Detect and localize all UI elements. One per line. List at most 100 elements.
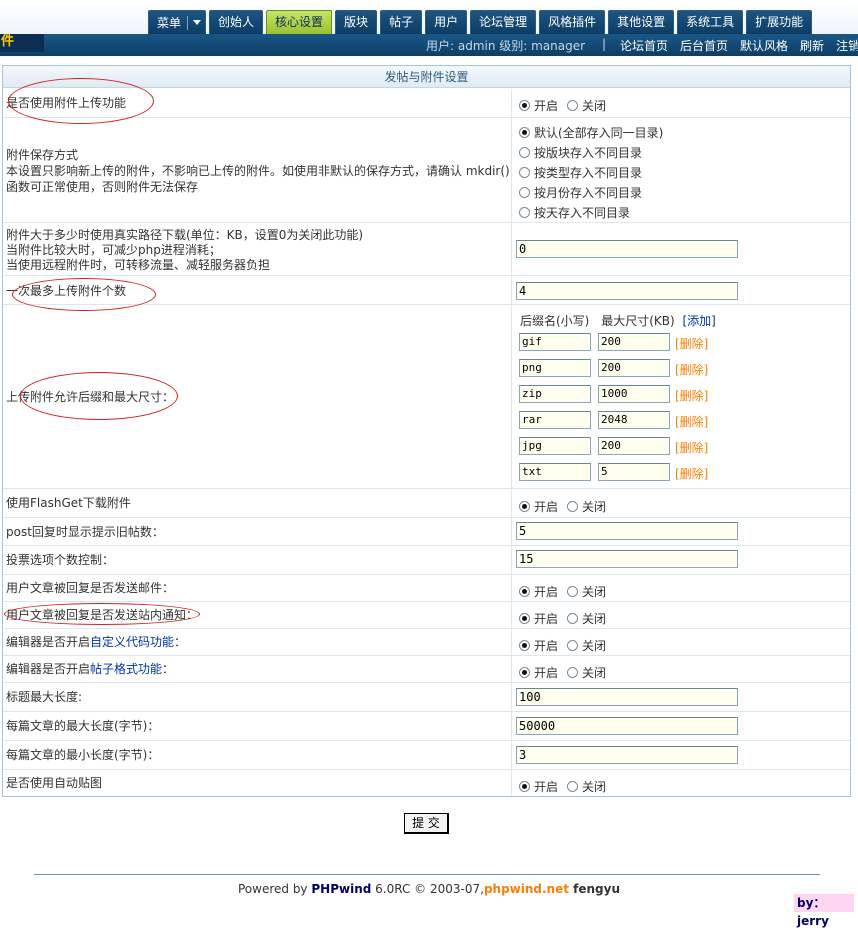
radio-post-format-off[interactable]: 关闭: [567, 664, 606, 681]
link-forum-home[interactable]: 论坛首页: [620, 37, 668, 54]
post-min-input[interactable]: 3: [516, 746, 738, 764]
post-reply-count-input[interactable]: 5: [516, 522, 738, 540]
setting-row-attach-save: 附件保存方式 本设置只影响新上传的附件，不影响已上传的附件。如使用非默认的保存方…: [3, 118, 850, 223]
col-ext-header: 后缀名(小写): [520, 314, 590, 328]
link-refresh[interactable]: 刷新: [800, 37, 824, 54]
setting-row-post-min: 每篇文章的最小长度(字节)： 3: [3, 741, 850, 770]
radio-reply-message-on[interactable]: 开启: [519, 610, 558, 627]
link-admin-home[interactable]: 后台首页: [680, 37, 728, 54]
section-title: 件: [0, 34, 44, 52]
radio-auto-image-off[interactable]: 关闭: [567, 778, 606, 795]
setting-description: 函数可正常使用，否则附件无法保存: [6, 180, 199, 194]
radio-reply-email-off[interactable]: 关闭: [567, 583, 606, 600]
custom-code-link[interactable]: 自定义代码功能: [90, 635, 174, 649]
setting-label: post回复时显示提示旧帖数：: [6, 525, 164, 539]
radio-attach-upload-on[interactable]: 开启: [519, 97, 558, 114]
post-max-input[interactable]: 50000: [516, 717, 738, 735]
tab-users[interactable]: 用户: [425, 10, 468, 34]
ext-size-input[interactable]: 2048: [598, 411, 670, 429]
ext-name-input[interactable]: gif: [519, 333, 591, 351]
setting-label: 使用FlashGet下载附件: [6, 496, 131, 510]
add-ext-link[interactable]: [添加]: [683, 314, 716, 328]
post-format-link[interactable]: 帖子格式功能: [90, 662, 162, 676]
ext-name-input[interactable]: rar: [519, 411, 591, 429]
radio-flashget-on[interactable]: 开启: [519, 498, 558, 515]
setting-row-reply-email: 用户文章被回复是否发送邮件： 开启 关闭: [3, 575, 850, 602]
footer-site-link[interactable]: phpwind.net: [484, 882, 569, 896]
tab-extensions[interactable]: 扩展功能: [746, 10, 813, 34]
radio-auto-image-on[interactable]: 开启: [519, 778, 558, 795]
link-default-style[interactable]: 默认风格: [740, 37, 788, 54]
ext-size-input[interactable]: 5: [598, 463, 670, 481]
setting-row-flashget: 使用FlashGet下载附件 开启 关闭: [3, 489, 850, 518]
realpath-size-input[interactable]: 0: [516, 240, 738, 258]
tab-core-settings[interactable]: 核心设置: [266, 10, 333, 34]
radio-custom-code-on[interactable]: 开启: [519, 637, 558, 654]
tab-forum-management[interactable]: 论坛管理: [470, 10, 537, 34]
radio-flashget-off[interactable]: 关闭: [567, 498, 606, 515]
radio-group-editor-custom-code: 开启 关闭: [519, 637, 615, 654]
radio-reply-message-off[interactable]: 关闭: [567, 610, 606, 627]
radio-attach-upload-off[interactable]: 关闭: [567, 97, 606, 114]
col-size-header: 最大尺寸(KB): [601, 314, 675, 328]
tab-other-settings[interactable]: 其他设置: [608, 10, 675, 34]
ext-size-input[interactable]: 1000: [598, 385, 670, 403]
radio-reply-email-on[interactable]: 开启: [519, 583, 558, 600]
radio-save-by-day[interactable]: 按天存入不同目录: [519, 204, 630, 221]
ext-name-input[interactable]: txt: [519, 463, 591, 481]
delete-ext-link[interactable]: [删除]: [675, 465, 708, 482]
setting-label: 是否使用附件上传功能: [6, 96, 127, 110]
setting-row-reply-message: 用户文章被回复是否发送站内通知： 开启 关闭: [3, 602, 850, 629]
setting-description: 当附件比较大时，可减少php进程消耗；: [6, 243, 221, 257]
setting-label: 一次最多上传附件个数: [6, 284, 127, 298]
radio-save-by-month[interactable]: 按月份存入不同目录: [519, 184, 642, 201]
max-uploads-input[interactable]: 4: [516, 282, 738, 300]
delete-ext-link[interactable]: [删除]: [675, 335, 708, 352]
ext-name-input[interactable]: jpg: [519, 437, 591, 455]
setting-label: 每篇文章的最小长度(字节)：: [6, 748, 160, 762]
footer: Powered by PHPwind 6.0RC © 2003-07,phpwi…: [237, 882, 621, 896]
submit-button[interactable]: 提 交: [404, 813, 449, 834]
setting-label: 编辑器是否开启自定义代码功能：: [6, 635, 187, 649]
tab-founder[interactable]: 创始人: [209, 10, 264, 34]
radio-custom-code-off[interactable]: 关闭: [567, 637, 606, 654]
ext-table-header: 后缀名(小写) 最大尺寸(KB) [添加]: [520, 312, 716, 329]
tab-style-plugins[interactable]: 风格插件: [539, 10, 606, 34]
header-bar: 件 用户: admin 级别: manager | 论坛首页 后台首页 默认风格…: [0, 34, 858, 56]
chevron-down-icon: [193, 20, 202, 25]
setting-label: 附件保存方式: [6, 148, 79, 162]
ext-size-input[interactable]: 200: [598, 437, 670, 455]
tab-forums[interactable]: 版块: [335, 10, 378, 34]
setting-label: 每篇文章的最大长度(字节)：: [6, 719, 160, 733]
link-logout[interactable]: 注销: [836, 37, 858, 54]
ext-name-input[interactable]: zip: [519, 385, 591, 403]
ext-size-input[interactable]: 200: [598, 333, 670, 351]
settings-panel: 发帖与附件设置 是否使用附件上传功能 开启 关闭 附件保存方式 本设置只影响新上…: [2, 65, 851, 797]
tab-menu[interactable]: 菜单: [148, 10, 207, 34]
user-info: 用户: admin 级别: manager: [426, 39, 586, 53]
radio-group-editor-post-format: 开启 关闭: [519, 664, 615, 681]
setting-row-editor-post-format: 编辑器是否开启帖子格式功能： 开启 关闭: [3, 656, 850, 683]
vote-options-input[interactable]: 15: [516, 550, 738, 568]
delete-ext-link[interactable]: [删除]: [675, 413, 708, 430]
setting-row-attach-upload: 是否使用附件上传功能 开启 关闭: [3, 89, 850, 118]
ext-size-input[interactable]: 200: [598, 359, 670, 377]
tab-system-tools[interactable]: 系统工具: [677, 10, 744, 34]
panel-title: 发帖与附件设置: [3, 66, 850, 88]
radio-save-default[interactable]: 默认(全部存入同一目录): [519, 124, 663, 141]
delete-ext-link[interactable]: [删除]: [675, 439, 708, 456]
setting-label: 标题最大长度:: [6, 690, 83, 704]
setting-label: 用户文章被回复是否发送站内通知：: [6, 608, 199, 622]
footer-brand: PHPwind: [311, 882, 372, 896]
delete-ext-link[interactable]: [删除]: [675, 387, 708, 404]
setting-row-post-reply-count: post回复时显示提示旧帖数： 5: [3, 518, 850, 546]
tab-menu-label: 菜单: [157, 15, 182, 30]
radio-save-by-forum[interactable]: 按版块存入不同目录: [519, 144, 642, 161]
radio-save-by-type[interactable]: 按类型存入不同目录: [519, 164, 642, 181]
radio-post-format-on[interactable]: 开启: [519, 664, 558, 681]
delete-ext-link[interactable]: [删除]: [675, 361, 708, 378]
tab-posts[interactable]: 帖子: [380, 10, 423, 34]
ext-name-input[interactable]: png: [519, 359, 591, 377]
title-max-input[interactable]: 100: [516, 688, 738, 706]
footer-divider: [34, 874, 820, 875]
